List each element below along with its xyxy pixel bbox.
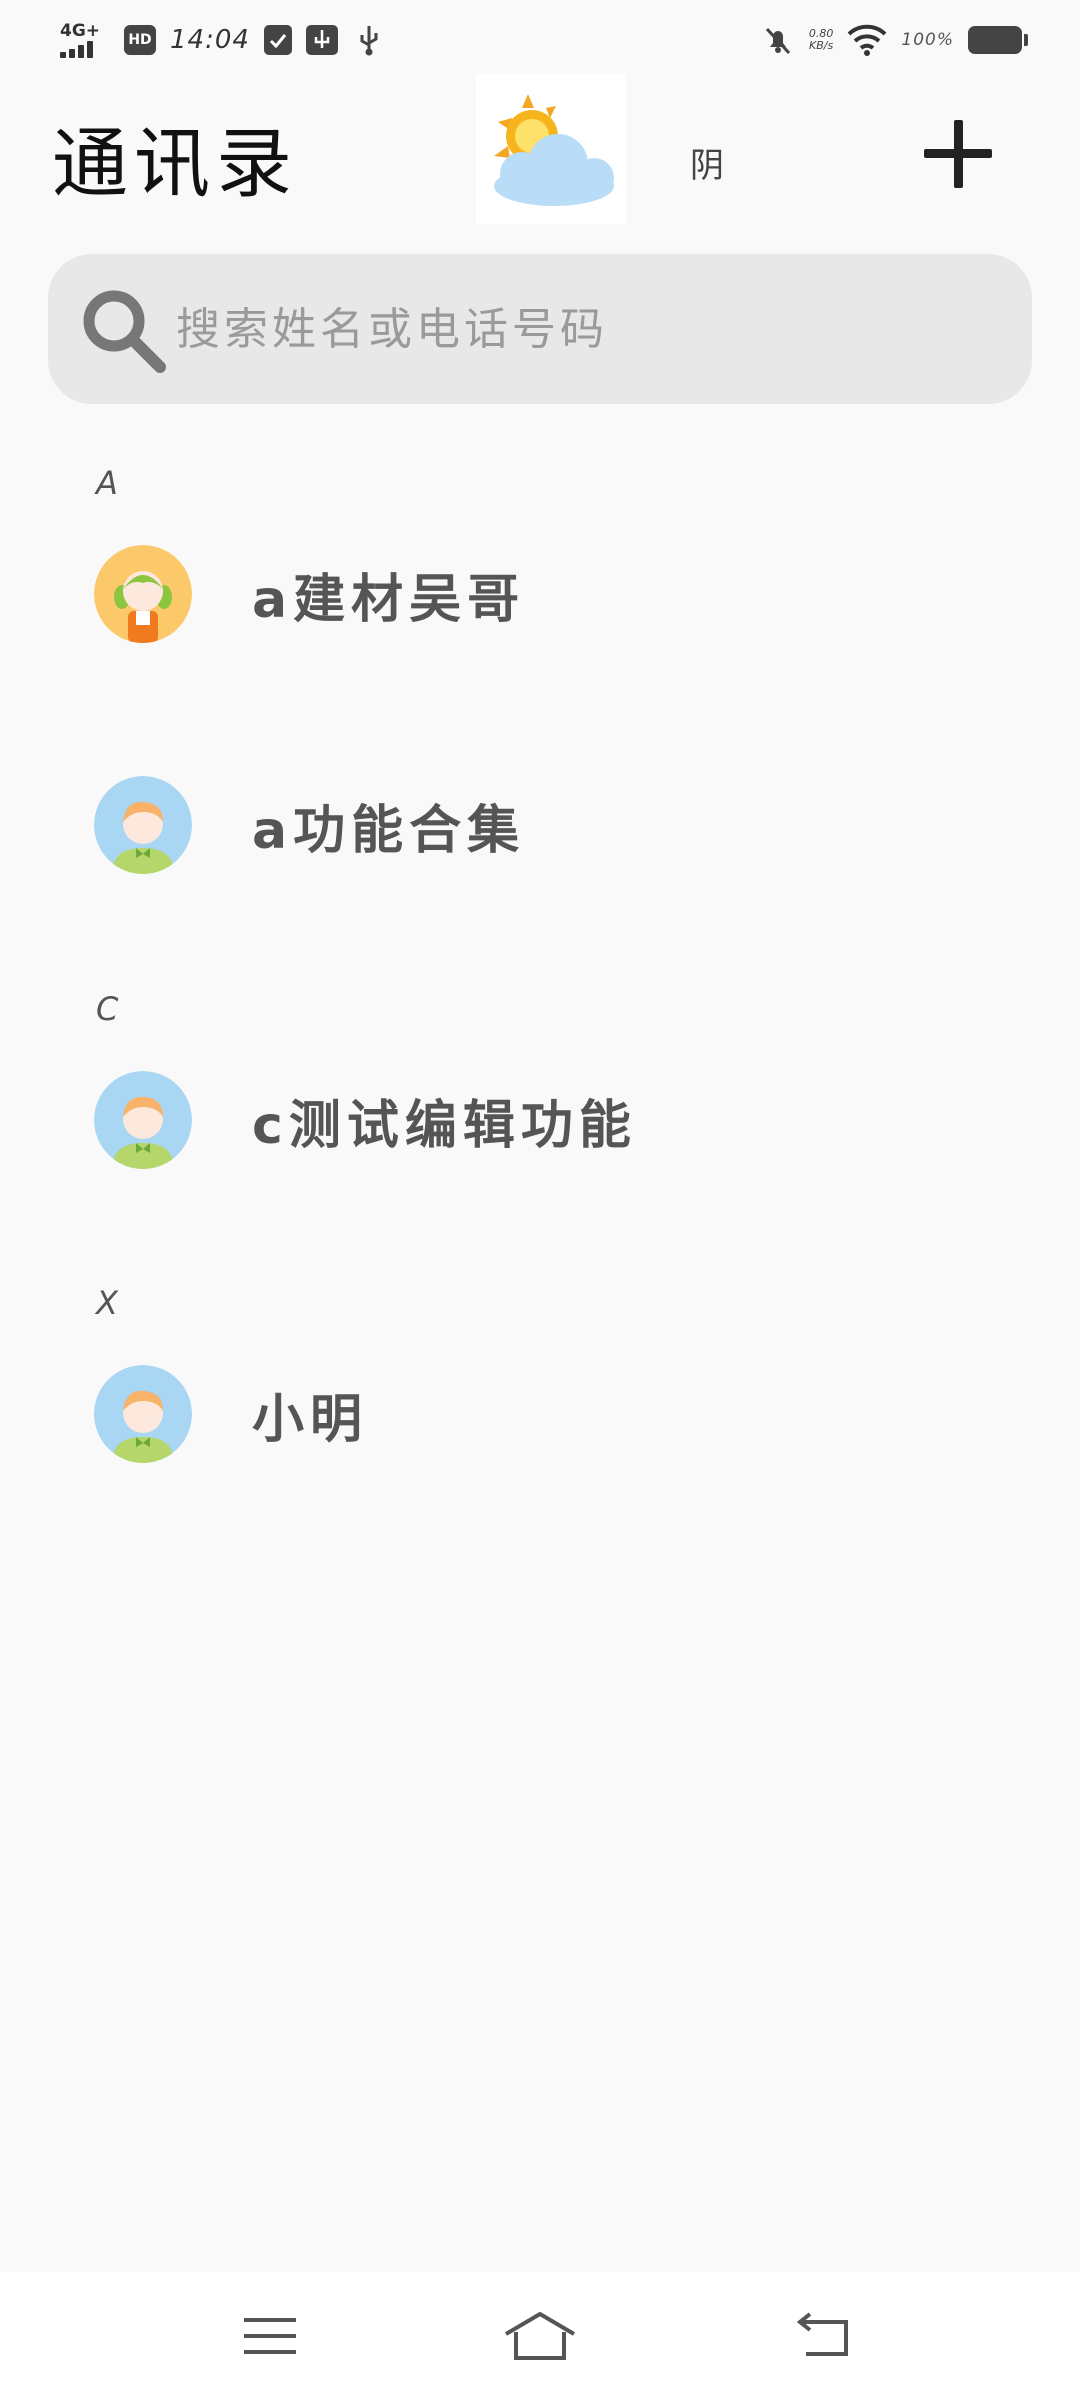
contact-row[interactable]: 小明 (0, 1334, 1080, 1494)
hd-icon: HD (124, 25, 156, 55)
contact-row[interactable]: a功能合集 (0, 745, 1080, 905)
boy-avatar (94, 776, 192, 874)
battery-icon (968, 26, 1028, 54)
plus-icon (924, 120, 992, 188)
status-bar-right: 0.80 KB/s 100% (761, 23, 1028, 57)
contact-name: c测试编辑功能 (252, 1095, 637, 1156)
add-contact-button[interactable] (916, 112, 1000, 196)
contact-row[interactable]: c测试编辑功能 (0, 1040, 1080, 1200)
search-bar[interactable] (48, 254, 1032, 404)
contact-name: 小明 (252, 1389, 369, 1450)
contact-name: a功能合集 (252, 800, 526, 861)
navigation-bar (0, 2272, 1080, 2400)
contacts-screen: 4G+ HD 14:04 0.80 KB/s 100% 通讯录 阴 搜索姓名或电… (0, 0, 1080, 2400)
header: 通讯录 阴 (0, 72, 1080, 232)
mute-bell-icon (765, 27, 790, 55)
contact-row[interactable]: a建材吴哥 (0, 514, 1080, 674)
sun-cloud-icon (476, 74, 626, 224)
clock: 14:04 (170, 25, 250, 55)
girl-avatar (94, 545, 192, 643)
section-header-c: C (96, 990, 119, 1028)
weather-text: 阴 (690, 146, 724, 186)
menu-button[interactable] (222, 2288, 318, 2384)
status-bar: 4G+ HD 14:04 0.80 KB/s 100% (0, 0, 1080, 80)
battery-percent: 100% (901, 30, 954, 50)
menu-icon (244, 2318, 296, 2354)
boy-avatar (94, 1365, 192, 1463)
back-icon (796, 2312, 848, 2356)
home-icon (504, 2312, 576, 2360)
search-input[interactable] (176, 303, 976, 355)
usb-icon (360, 26, 378, 56)
boy-avatar (94, 1071, 192, 1169)
wifi-icon (848, 24, 887, 56)
usb-debug-icon (305, 25, 338, 55)
home-button[interactable] (492, 2288, 588, 2384)
section-header-a: A (96, 464, 118, 502)
search-icon (83, 290, 166, 373)
back-button[interactable] (774, 2288, 870, 2384)
network-speed: 0.80 KB/s (808, 27, 834, 52)
network-type: 4G+ (60, 21, 101, 41)
contact-name: a建材吴哥 (252, 569, 526, 630)
page-title: 通讯录 (52, 119, 298, 208)
battery-saver-icon (263, 25, 292, 55)
signal-icon: 4G+ (60, 22, 110, 58)
section-header-x: X (96, 1284, 118, 1322)
status-bar-left: 4G+ HD 14:04 (60, 22, 386, 58)
